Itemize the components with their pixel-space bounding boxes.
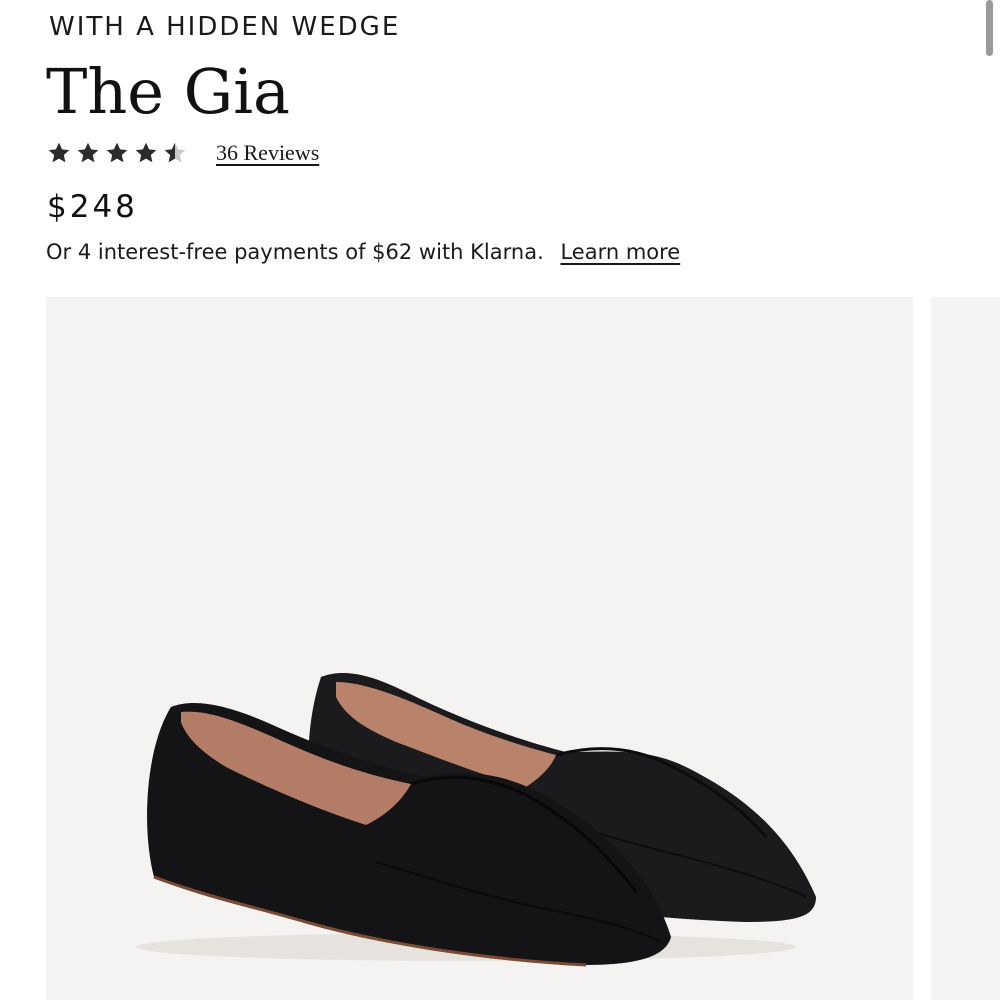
star-rating [46,140,188,166]
reviews-link[interactable]: 36 Reviews [216,140,319,166]
learn-more-link[interactable]: Learn more [560,240,680,264]
star-full-icon [133,140,159,166]
loafer-pair-image-icon [136,672,816,967]
page-scrollbar[interactable] [986,0,993,56]
product-image-main[interactable] [46,297,913,1000]
klarna-installments: Or 4 interest-free payments of $62 with … [46,240,680,264]
installment-text: Or 4 interest-free payments of $62 with … [46,240,544,264]
product-eyebrow: WITH A HIDDEN WEDGE [49,12,401,42]
star-half-icon [162,140,188,166]
rating-row: 36 Reviews [46,136,319,170]
product-title: The Gia [46,55,291,128]
product-image-next[interactable] [931,297,1000,1000]
star-full-icon [75,140,101,166]
star-full-icon [104,140,130,166]
star-full-icon [46,140,72,166]
product-price: $248 [47,189,138,225]
